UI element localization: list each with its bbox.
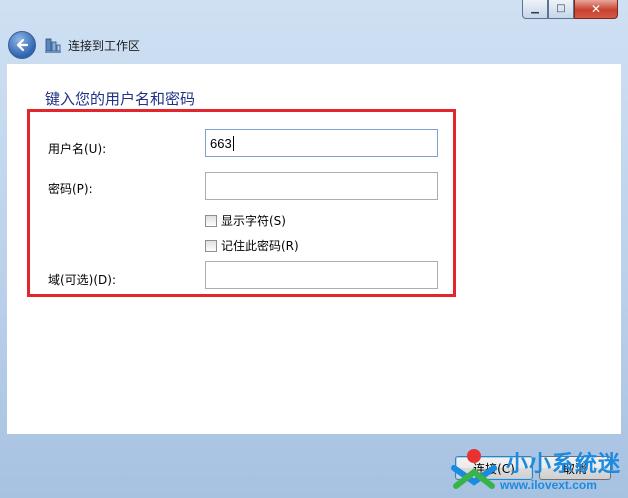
page-heading: 键入您的用户名和密码 [45, 90, 196, 108]
domain-label: 域(可选)(D): [48, 273, 117, 287]
window-title: 连接到工作区 [68, 38, 141, 53]
back-button[interactable] [8, 31, 36, 59]
show-characters-label: 显示字符(S) [221, 214, 286, 228]
close-icon: ✕ [590, 2, 602, 16]
show-characters-option[interactable]: 显示字符(S) [205, 212, 286, 229]
remember-password-option[interactable]: 记住此密码(R) [205, 237, 299, 254]
text-caret [232, 135, 234, 151]
close-button[interactable]: ✕ [574, 0, 618, 19]
username-field[interactable]: 663 [205, 129, 438, 157]
watermark-logo-icon [451, 449, 497, 489]
watermark: 小小系统迷 www.ilovext.com [440, 440, 628, 498]
watermark-url: www.ilovext.com [500, 478, 597, 492]
dialog-window: ▁ □ ✕ 连接到工作区 键入您的用户名和密码 用户名(U): 663 密码(P… [0, 0, 628, 498]
navigation-bar: 连接到工作区 [8, 30, 140, 60]
minimize-button[interactable]: ▁ [522, 0, 548, 19]
password-label: 密码(P): [48, 182, 93, 196]
remember-password-checkbox[interactable] [205, 239, 217, 252]
window-controls: ▁ □ ✕ [522, 0, 618, 20]
maximize-button[interactable]: □ [548, 0, 574, 19]
back-arrow-icon [16, 38, 29, 52]
content-panel: 键入您的用户名和密码 用户名(U): 663 密码(P): 显示字符(S) 记住… [7, 64, 621, 434]
show-characters-checkbox[interactable] [205, 214, 217, 227]
minimize-icon: ▁ [531, 3, 539, 14]
watermark-brand: 小小系统迷 [506, 452, 622, 477]
username-label: 用户名(U): [48, 142, 107, 156]
maximize-icon: □ [556, 3, 566, 14]
username-value: 663 [210, 135, 232, 151]
domain-field[interactable] [205, 261, 438, 289]
remote-workspace-icon [44, 36, 62, 54]
remember-password-label: 记住此密码(R) [221, 239, 299, 253]
password-field[interactable] [205, 172, 438, 200]
